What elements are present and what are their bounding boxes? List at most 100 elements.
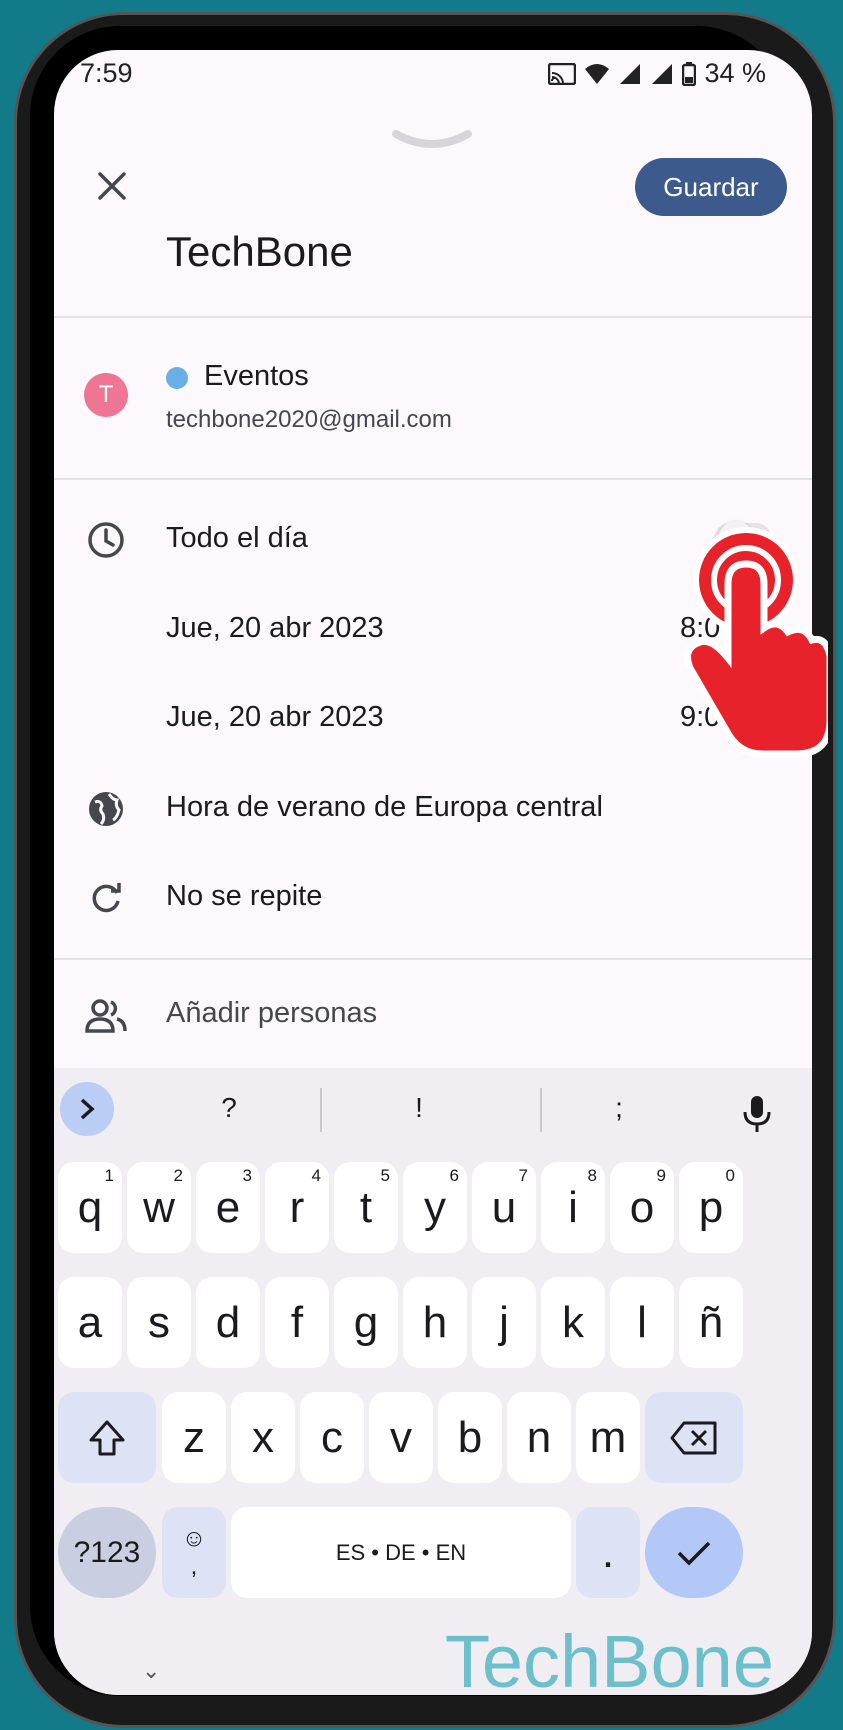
key-h[interactable]: h — [403, 1277, 467, 1368]
microphone-icon[interactable] — [742, 1094, 772, 1139]
suggestion[interactable]: ? — [184, 1078, 274, 1138]
key-label: i — [568, 1182, 578, 1232]
key-hint: 3 — [242, 1166, 252, 1185]
battery-percent: 34 % — [704, 58, 766, 88]
calendar-name[interactable]: Eventos — [204, 360, 309, 393]
avatar: T — [84, 373, 128, 417]
emoji-comma-key[interactable]: ☺ , — [162, 1507, 226, 1598]
clock-icon — [84, 518, 128, 562]
key-hint: 2 — [173, 1166, 183, 1185]
key-hint: 6 — [449, 1166, 459, 1185]
tap-hand-icon — [684, 527, 828, 758]
comma-label: , — [190, 1552, 198, 1580]
key-hint: 5 — [380, 1166, 390, 1185]
period-key[interactable]: . — [576, 1507, 640, 1598]
key-label: w — [143, 1182, 175, 1232]
key-hint: 1 — [104, 1166, 114, 1185]
calendar-email: techbone2020@gmail.com — [166, 406, 452, 433]
key-label: e — [215, 1182, 241, 1232]
key-t[interactable]: t5 — [334, 1162, 398, 1253]
key-o[interactable]: o9 — [610, 1162, 674, 1253]
keyboard: ? ! ; q1 w2 e3 r4 t5 y6 u7 i8 o9 p0 a s … — [54, 1068, 812, 1695]
signal-roaming-icon — [652, 63, 673, 84]
key-hint: 9 — [656, 1166, 666, 1185]
watermark-logo: TechBone — [444, 1620, 774, 1696]
close-button[interactable] — [84, 158, 140, 214]
key-i[interactable]: i8 — [541, 1162, 605, 1253]
end-date[interactable]: Jue, 20 abr 2023 — [166, 701, 384, 734]
key-j[interactable]: j — [472, 1277, 536, 1368]
checkmark-icon — [677, 1541, 711, 1565]
key-hint: 7 — [518, 1166, 528, 1185]
divider — [54, 958, 812, 960]
key-label: u — [491, 1182, 517, 1232]
key-x[interactable]: x — [231, 1392, 295, 1483]
key-y[interactable]: y6 — [403, 1162, 467, 1253]
signal-icon — [620, 63, 641, 84]
suggestion-separator — [540, 1088, 542, 1132]
key-hint: 4 — [311, 1166, 321, 1185]
sheet-handle-icon[interactable] — [392, 128, 472, 152]
key-n-tilde[interactable]: ñ — [679, 1277, 743, 1368]
symbols-key[interactable]: ?123 — [58, 1507, 156, 1598]
key-m[interactable]: m — [576, 1392, 640, 1483]
close-icon — [98, 172, 126, 200]
key-label: t — [359, 1182, 373, 1232]
key-label: o — [629, 1182, 655, 1232]
key-k[interactable]: k — [541, 1277, 605, 1368]
key-n[interactable]: n — [507, 1392, 571, 1483]
key-q[interactable]: q1 — [58, 1162, 122, 1253]
key-f[interactable]: f — [265, 1277, 329, 1368]
key-l[interactable]: l — [610, 1277, 674, 1368]
all-day-label: Todo el día — [166, 522, 308, 554]
key-w[interactable]: w2 — [127, 1162, 191, 1253]
screen: 7:59 34 % Guardar TechBone T Eventos tec… — [54, 50, 812, 1695]
event-title-input[interactable]: TechBone — [166, 228, 353, 276]
key-hint: 8 — [587, 1166, 597, 1185]
chevron-right-icon — [80, 1098, 95, 1120]
space-key[interactable]: ES • DE • EN — [231, 1507, 571, 1598]
key-s[interactable]: s — [127, 1277, 191, 1368]
key-v[interactable]: v — [369, 1392, 433, 1483]
key-u[interactable]: u7 — [472, 1162, 536, 1253]
nav-chevron-down-icon[interactable]: ⌄ — [142, 1658, 160, 1684]
key-e[interactable]: e3 — [196, 1162, 260, 1253]
key-a[interactable]: a — [58, 1277, 122, 1368]
repeat-label[interactable]: No se repite — [166, 880, 322, 913]
shift-key[interactable] — [58, 1392, 156, 1483]
backspace-key[interactable] — [645, 1392, 743, 1483]
key-p[interactable]: p0 — [679, 1162, 743, 1253]
shift-icon — [89, 1420, 125, 1455]
key-label: r — [289, 1182, 305, 1232]
save-button[interactable]: Guardar — [635, 158, 787, 216]
key-b[interactable]: b — [438, 1392, 502, 1483]
backspace-icon — [670, 1421, 717, 1454]
globe-icon — [84, 787, 128, 831]
add-people-field[interactable]: Añadir personas — [166, 997, 377, 1030]
cast-icon — [548, 62, 577, 85]
divider — [54, 316, 812, 318]
suggestion-separator — [320, 1088, 322, 1132]
key-label: p — [698, 1182, 724, 1232]
key-z[interactable]: z — [162, 1392, 226, 1483]
key-label: y — [424, 1182, 446, 1232]
wifi-icon — [585, 63, 610, 84]
people-icon — [84, 994, 128, 1038]
divider — [54, 478, 812, 480]
status-time: 7:59 — [80, 58, 133, 88]
timezone-label[interactable]: Hora de verano de Europa central — [166, 791, 603, 824]
key-c[interactable]: c — [300, 1392, 364, 1483]
battery-icon — [682, 61, 697, 86]
key-hint: 0 — [725, 1166, 735, 1185]
emoji-icon: ☺ — [181, 1524, 207, 1552]
enter-key[interactable] — [645, 1507, 743, 1598]
status-icons: 34 % — [548, 58, 766, 89]
suggestion[interactable]: ; — [574, 1078, 664, 1138]
suggestion[interactable]: ! — [374, 1078, 464, 1138]
start-date[interactable]: Jue, 20 abr 2023 — [166, 612, 384, 645]
key-g[interactable]: g — [334, 1277, 398, 1368]
key-d[interactable]: d — [196, 1277, 260, 1368]
calendar-color-dot — [166, 367, 188, 389]
key-r[interactable]: r4 — [265, 1162, 329, 1253]
keyboard-expand-button[interactable] — [60, 1082, 114, 1136]
